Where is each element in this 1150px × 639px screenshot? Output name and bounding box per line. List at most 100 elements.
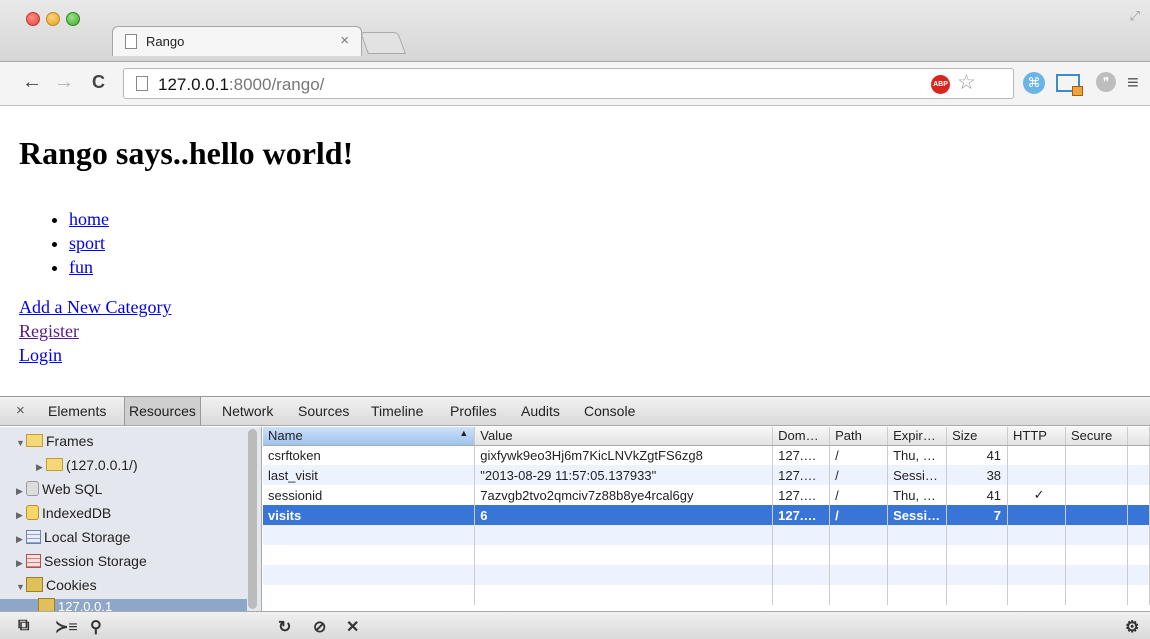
cookie-icon [38,598,55,611]
tab-sources[interactable]: Sources [298,403,349,419]
new-tab-button[interactable] [359,32,407,54]
cell-value: 7azvgb2tvo2qmciv7z88b8ye4rcal6gy [474,485,774,505]
action-links: Add a New Category Register Login [19,295,171,367]
close-window-button[interactable] [26,12,40,26]
sidebar-item-local-storage[interactable]: ▶ Local Storage [16,529,130,545]
sidebar-item-web-sql[interactable]: ▶ Web SQL [16,481,102,497]
sidebar-scrollbar[interactable] [248,429,257,609]
column-header-expires[interactable]: Expir… [887,427,948,446]
devtools-tabbar: × Elements Resources Network Sources Tim… [0,397,1150,426]
cell-size: 41 [946,485,1009,505]
table-row[interactable]: csrftoken gixfywk9eo3Hj6m7KicLNVkZgtFS6z… [263,445,1150,465]
column-header-secure[interactable]: Secure [1065,427,1128,446]
screenshot-extension-icon[interactable] [1056,74,1083,96]
page-heading: Rango says..hello world! [19,135,354,171]
minimize-window-button[interactable] [46,12,60,26]
category-link-sport[interactable]: sport [69,233,105,253]
search-icon[interactable]: ⚲ [90,617,102,637]
cell-secure [1065,465,1128,485]
devtools-panel: × Elements Resources Network Sources Tim… [0,396,1150,639]
address-bar[interactable]: 127.0.0.1:8000/rango/ ABP ☆ [123,68,1014,99]
cell-path: / [829,505,889,525]
tab-elements[interactable]: Elements [48,403,106,419]
sidebar-item-frames[interactable]: ▼ Frames [16,433,93,449]
table-row-selected[interactable]: visits 6 127.… / Sessi… 7 [263,505,1150,525]
browser-tab[interactable]: Rango × [112,26,362,56]
register-link[interactable]: Register [19,321,79,341]
add-category-link[interactable]: Add a New Category [19,297,171,317]
cell-domain: 127.… [772,445,831,465]
category-link-fun[interactable]: fun [69,257,93,277]
cell-value: gixfywk9eo3Hj6m7KicLNVkZgtFS6zg8 [474,445,774,465]
sort-ascending-icon: ▲ [459,428,469,439]
column-header-domain[interactable]: Dom… [772,427,831,446]
clear-icon[interactable]: ⊘ [313,617,326,637]
cell-expires: Sessi… [887,505,948,525]
delete-icon[interactable]: ✕ [346,617,359,637]
expand-triangle-icon[interactable]: ▼ [16,438,26,448]
sidebar-item-frame[interactable]: ▶ (127.0.0.1/) [36,457,138,473]
cell-http: ✓ [1007,485,1066,505]
bookmark-star-icon[interactable]: ☆ [957,70,976,95]
column-header-name[interactable]: Name ▲ [263,427,476,446]
browser-titlebar: Rango × ⤢ [0,0,1150,62]
login-link[interactable]: Login [19,345,62,365]
table-row[interactable]: sessionid 7azvgb2tvo2qmciv7z88b8ye4rcal6… [263,485,1150,505]
expand-triangle-icon[interactable]: ▼ [16,582,26,592]
database-icon [26,505,39,520]
back-icon[interactable]: ← [22,72,42,92]
list-item: home [69,207,109,231]
cell-path: / [829,465,889,485]
tab-resources[interactable]: Resources [124,397,201,425]
tab-audits[interactable]: Audits [521,403,560,419]
fullscreen-icon[interactable]: ⤢ [1130,8,1140,24]
sidebar-item-session-storage[interactable]: ▶ Session Storage [16,553,147,569]
settings-icon[interactable]: ⚙ [1125,617,1139,637]
cell-filler [1127,445,1150,465]
forward-icon[interactable]: → [54,72,74,92]
refresh-icon[interactable]: ↻ [278,617,291,637]
menu-icon[interactable]: ≡ [1127,73,1139,93]
sidebar-item-indexeddb[interactable]: ▶ IndexedDB [16,505,111,521]
tab-network[interactable]: Network [222,403,273,419]
collapse-triangle-icon[interactable]: ▶ [16,486,26,497]
collapse-triangle-icon[interactable]: ▶ [16,558,26,569]
url-text[interactable]: 127.0.0.1:8000/rango/ [158,75,324,95]
sidebar-item-cookies[interactable]: ▼ Cookies [16,577,97,593]
adblock-icon[interactable]: ABP [931,75,950,94]
collapse-triangle-icon[interactable]: ▶ [16,510,26,521]
cell-expires: Thu, … [887,485,948,505]
reload-icon[interactable]: C [92,72,105,92]
tab-profiles[interactable]: Profiles [450,403,497,419]
column-header-path[interactable]: Path [829,427,889,446]
cell-name: csrftoken [263,445,476,465]
cell-secure [1065,445,1128,465]
cell-secure [1065,485,1128,505]
chat-extension-icon[interactable]: ❞ [1096,72,1116,92]
extension-icon[interactable]: ⌘ [1023,72,1045,94]
column-header-size[interactable]: Size [946,427,1009,446]
column-header-value[interactable]: Value [474,427,774,446]
cell-path: / [829,445,889,465]
tab-timeline[interactable]: Timeline [371,403,423,419]
column-header-http[interactable]: HTTP [1007,427,1066,446]
tab-close-icon[interactable]: × [340,32,349,49]
cell-http [1007,505,1066,525]
storage-grid-icon [26,554,41,568]
sidebar-item-cookie-domain[interactable]: 127.0.0.1 [38,598,112,611]
table-row[interactable]: last_visit "2013-08-29 11:57:05.137933" … [263,465,1150,485]
zoom-window-button[interactable] [66,12,80,26]
cell-size: 41 [946,445,1009,465]
collapse-triangle-icon[interactable]: ▶ [16,534,26,545]
cell-name: sessionid [263,485,476,505]
console-drawer-icon[interactable]: ≻≡ [55,617,78,637]
folder-icon [46,458,63,471]
close-devtools-icon[interactable]: × [16,402,25,419]
collapse-triangle-icon[interactable]: ▶ [36,462,46,473]
tab-console[interactable]: Console [584,403,635,419]
category-link-home[interactable]: home [69,209,109,229]
cell-domain: 127.… [772,505,831,525]
dock-icon[interactable]: ⧉ [18,617,29,635]
storage-grid-icon [26,530,41,544]
page-content: Rango says..hello world! home sport fun … [0,107,1150,395]
